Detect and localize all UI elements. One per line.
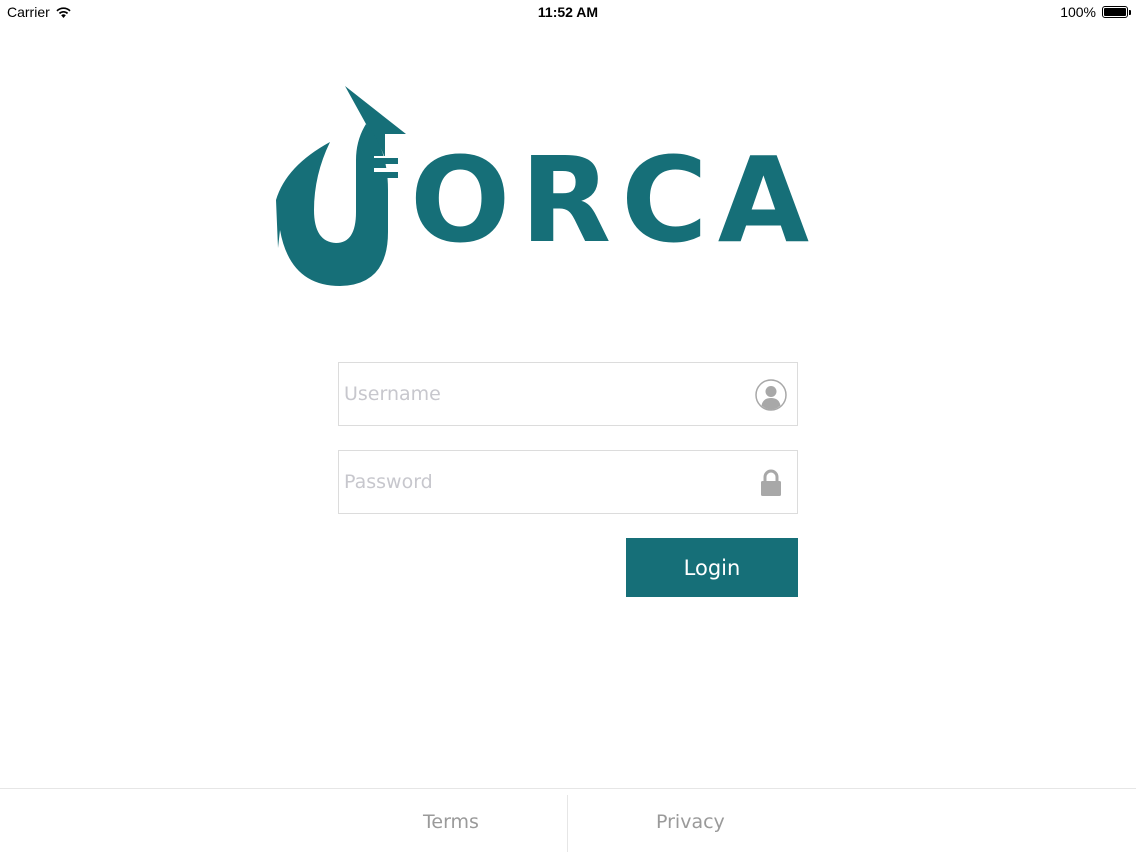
password-field[interactable] xyxy=(338,450,798,514)
battery-percent: 100% xyxy=(1060,4,1096,20)
user-icon xyxy=(755,379,787,411)
username-input[interactable] xyxy=(344,363,744,425)
lock-icon xyxy=(761,469,781,496)
status-bar: Carrier 11:52 AM 100% xyxy=(0,0,1136,24)
orca-logo: ORCA xyxy=(276,86,819,286)
privacy-link[interactable]: Privacy xyxy=(656,811,725,833)
status-time: 11:52 AM xyxy=(537,4,599,20)
password-input[interactable] xyxy=(344,451,744,513)
login-button[interactable]: Login xyxy=(626,538,798,597)
battery-icon xyxy=(1102,6,1131,18)
status-right: 100% xyxy=(1060,4,1131,20)
logo-wordmark: ORCA xyxy=(410,131,819,269)
username-field[interactable] xyxy=(338,362,798,426)
footer-divider xyxy=(567,795,568,852)
fish-hook-icon xyxy=(276,86,406,286)
terms-link[interactable]: Terms xyxy=(423,811,479,833)
battery-level xyxy=(1104,8,1126,16)
footer: Terms Privacy xyxy=(0,788,1136,852)
login-screen: Carrier 11:52 AM 100% ORCA Username Logi… xyxy=(0,0,1136,852)
